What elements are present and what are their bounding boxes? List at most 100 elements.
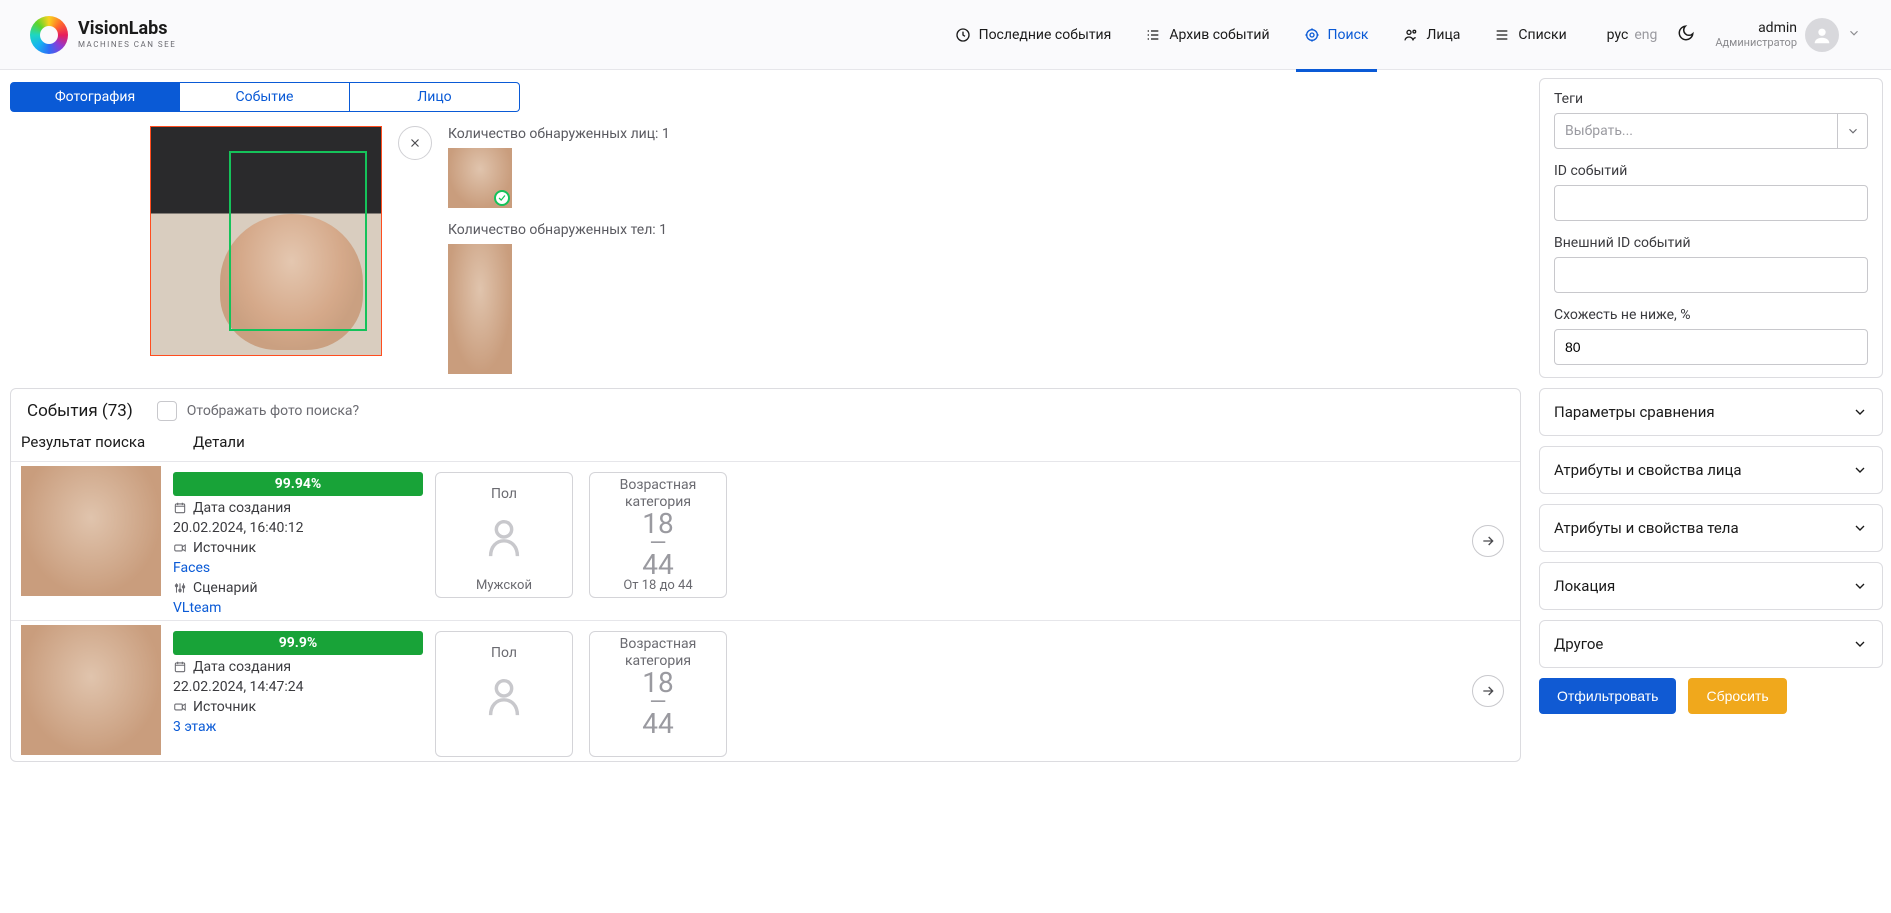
clock-icon — [955, 27, 971, 43]
close-icon — [408, 136, 422, 150]
ext-event-ids-field: Внешний ID событий — [1554, 235, 1868, 293]
attribute-cards: Пол Мужской Возрастная категория 18 — 44… — [435, 466, 727, 598]
user-role: Администратор — [1715, 36, 1797, 49]
users-icon — [1403, 27, 1419, 43]
reset-filter-button[interactable]: Сбросить — [1688, 678, 1786, 714]
nav-event-archive[interactable]: Архив событий — [1145, 0, 1269, 70]
clear-reference-button[interactable] — [398, 126, 432, 160]
result-meta: 99.9% Дата создания 22.02.2024, 14:47:24… — [173, 625, 423, 735]
meta-date-label: Дата создания — [193, 659, 291, 675]
avatar — [1805, 18, 1839, 52]
meta-date-label-line: Дата создания — [173, 500, 423, 516]
calendar-icon — [173, 660, 187, 674]
meta-source-value[interactable]: 3 этаж — [173, 719, 216, 735]
filters-sidebar: Теги Выбрать... ID событий Внешний ID со… — [1531, 70, 1891, 772]
chevron-down-icon — [1852, 578, 1868, 594]
acc-compare-params[interactable]: Параметры сравнения — [1539, 388, 1883, 436]
brand-name: VisionLabs — [78, 20, 176, 38]
user-menu[interactable]: admin Администратор — [1715, 18, 1861, 52]
filter-actions: Отфильтровать Сбросить — [1539, 678, 1883, 714]
similarity-score: 99.94% — [173, 472, 423, 496]
acc-body-attrs[interactable]: Атрибуты и свойства тела — [1539, 504, 1883, 552]
acc-location-label: Локация — [1554, 577, 1615, 595]
main-content: Фотография Событие Лицо Количество обнар… — [0, 70, 1531, 772]
check-icon — [497, 193, 507, 203]
acc-other[interactable]: Другое — [1539, 620, 1883, 668]
theme-toggle[interactable] — [1677, 24, 1695, 46]
age-card: Возрастная категория 18 — 44 От 18 до 44 — [589, 472, 727, 598]
ext-event-ids-label: Внешний ID событий — [1554, 235, 1691, 251]
camera-icon — [173, 541, 187, 555]
open-result-button[interactable] — [1472, 675, 1504, 707]
acc-compare-label: Параметры сравнения — [1554, 403, 1715, 421]
gender-card-title: Пол — [491, 636, 517, 670]
tab-face[interactable]: Лицо — [350, 82, 520, 112]
language-switcher: рус eng — [1607, 27, 1658, 43]
results-columns: Результат поиска Детали — [11, 433, 1520, 461]
acc-face-attrs[interactable]: Атрибуты и свойства лица — [1539, 446, 1883, 494]
detected-face-thumb[interactable] — [448, 148, 512, 208]
brand-tagline: MACHINES CAN SEE — [78, 41, 176, 49]
tags-select[interactable]: Выбрать... — [1554, 113, 1868, 149]
nav-lists-label: Списки — [1518, 27, 1566, 43]
meta-source-label-line: Источник — [173, 540, 423, 556]
user-text: admin Администратор — [1715, 20, 1797, 50]
lang-ru[interactable]: рус — [1607, 27, 1629, 43]
calendar-icon — [173, 501, 187, 515]
result-meta: 99.94% Дата создания 20.02.2024, 16:40:1… — [173, 466, 423, 616]
sliders-icon — [173, 581, 187, 595]
tags-placeholder: Выбрать... — [1565, 123, 1633, 139]
detected-faces-block: Количество обнаруженных лиц: 1 — [448, 126, 670, 208]
meta-date-value: 22.02.2024, 14:47:24 — [173, 679, 423, 695]
top-nav: Последние события Архив событий Поиск Ли… — [955, 0, 1567, 70]
similarity-field: Схожесть не ниже, % — [1554, 307, 1868, 365]
gender-card-value: Мужской — [476, 578, 532, 593]
person-outline-icon — [481, 511, 527, 563]
col-details: Детали — [193, 433, 245, 451]
detected-body-thumb[interactable] — [448, 244, 512, 374]
nav-recent-events[interactable]: Последние события — [955, 0, 1112, 70]
brand-logo[interactable]: VisionLabs MACHINES CAN SEE — [30, 16, 176, 54]
nav-event-archive-label: Архив событий — [1169, 27, 1269, 43]
detection-summary: Количество обнаруженных лиц: 1 Количеств… — [448, 126, 670, 374]
meta-source-value[interactable]: Faces — [173, 560, 210, 576]
results-header: События (73) Отображать фото поиска? — [11, 389, 1520, 433]
event-ids-label: ID событий — [1554, 163, 1627, 179]
nav-faces[interactable]: Лица — [1403, 0, 1461, 70]
detected-bodies-block: Количество обнаруженных тел: 1 — [448, 222, 670, 374]
reference-panel: Количество обнаруженных лиц: 1 Количеств… — [10, 126, 1521, 374]
show-search-photo-option: Отображать фото поиска? — [157, 401, 359, 421]
show-search-photo-checkbox[interactable] — [157, 401, 177, 421]
reference-image[interactable] — [150, 126, 382, 356]
chevron-down-icon — [1837, 114, 1867, 148]
meta-scenario-value[interactable]: VLteam — [173, 600, 221, 616]
nav-search-label: Поиск — [1328, 27, 1369, 43]
acc-other-label: Другое — [1554, 635, 1603, 653]
nav-search[interactable]: Поиск — [1304, 0, 1369, 70]
tab-photo[interactable]: Фотография — [10, 82, 180, 112]
person-outline-icon — [481, 670, 527, 722]
open-result-button[interactable] — [1472, 525, 1504, 557]
meta-date-label-line: Дата создания — [173, 659, 423, 675]
similarity-input[interactable] — [1554, 329, 1868, 365]
acc-location[interactable]: Локация — [1539, 562, 1883, 610]
list-icon — [1145, 27, 1161, 43]
lang-en[interactable]: eng — [1634, 27, 1657, 43]
age-card-bottom: 44 — [642, 552, 673, 577]
age-card: Возрастная категория 18 — 44 — [589, 631, 727, 757]
meta-scenario-label-line: Сценарий — [173, 580, 423, 596]
gender-card: Пол — [435, 631, 573, 757]
search-source-tabs: Фотография Событие Лицо — [10, 82, 1521, 112]
result-photo[interactable] — [21, 625, 161, 755]
event-ids-input[interactable] — [1554, 185, 1868, 221]
meta-date-value: 20.02.2024, 16:40:12 — [173, 520, 423, 536]
detected-bodies-label: Количество обнаруженных тел: 1 — [448, 222, 670, 238]
ext-event-ids-input[interactable] — [1554, 257, 1868, 293]
nav-lists[interactable]: Списки — [1494, 0, 1566, 70]
col-result: Результат поиска — [21, 433, 171, 451]
apply-filter-button[interactable]: Отфильтровать — [1539, 678, 1676, 714]
gender-card: Пол Мужской — [435, 472, 573, 598]
result-photo[interactable] — [21, 466, 161, 596]
tab-event[interactable]: Событие — [180, 82, 350, 112]
camera-icon — [173, 700, 187, 714]
